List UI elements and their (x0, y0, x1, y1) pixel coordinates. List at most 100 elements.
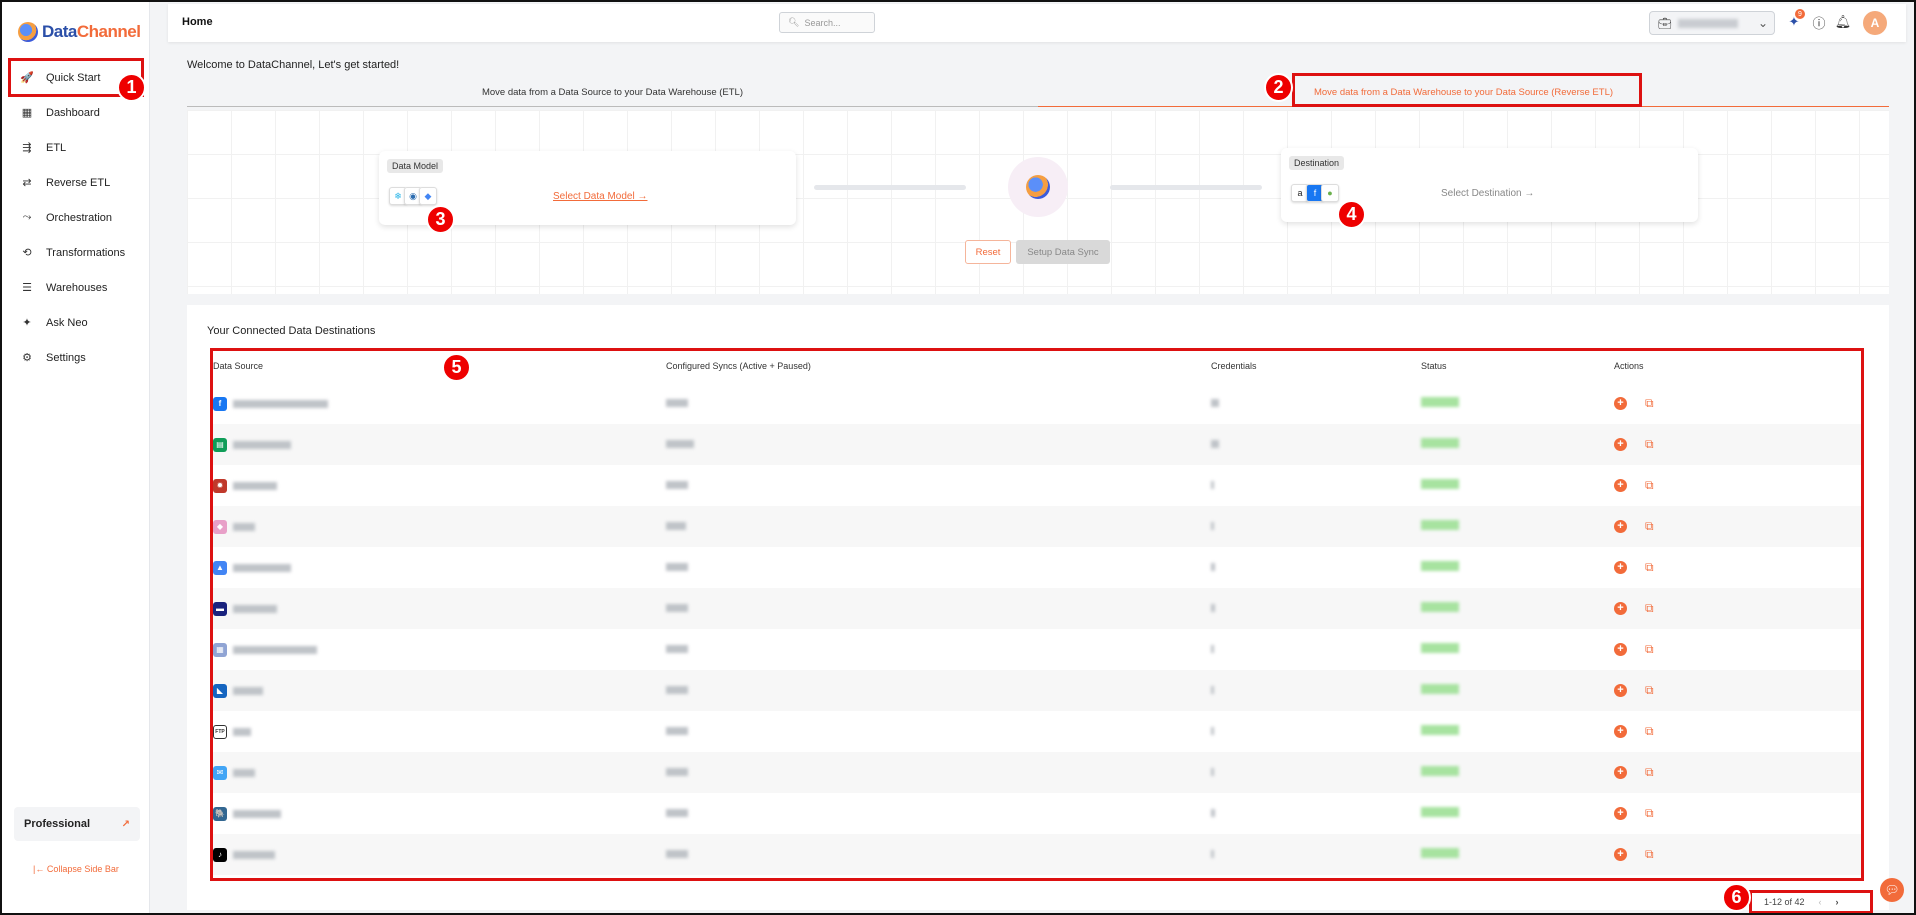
add-sync-icon[interactable]: + (1614, 602, 1627, 615)
source-name-redacted (233, 727, 251, 736)
credentials-redacted (1211, 398, 1219, 407)
notifications-button[interactable]: 🔔︎ (1834, 14, 1852, 30)
destination-chip: Destination (1289, 156, 1345, 170)
open-external-icon[interactable]: ⧉ (1645, 806, 1654, 821)
select-data-model-link[interactable]: Select Data Model → (553, 191, 648, 202)
open-external-icon[interactable]: ⧉ (1645, 765, 1654, 780)
chat-icon: 💬︎ (1884, 883, 1900, 897)
flow-icon: ⇶ (22, 142, 32, 154)
help-button[interactable]: ⓘ (1811, 14, 1827, 31)
app-logo[interactable]: DataChannel (18, 22, 141, 42)
sidebar-item-transformations[interactable]: ⟲ Transformations (2, 235, 150, 270)
add-sync-icon[interactable]: + (1614, 766, 1627, 779)
ai-sparkle-button[interactable]: ✦ 9 (1786, 9, 1805, 30)
setup-data-sync-button[interactable]: Setup Data Sync (1016, 240, 1110, 264)
add-sync-icon[interactable]: + (1614, 684, 1627, 697)
sidebar-item-warehouses[interactable]: ☰ Warehouses (2, 270, 150, 305)
external-link-icon[interactable]: ↗ (122, 819, 130, 830)
postgres-icon: 🐘 (213, 806, 227, 821)
source-name-redacted (233, 604, 277, 613)
chevron-right-icon[interactable]: › (1836, 897, 1839, 907)
add-sync-icon[interactable]: + (1614, 848, 1627, 861)
open-external-icon[interactable]: ⧉ (1645, 437, 1654, 452)
table-row: ◆ + ⧉ (211, 506, 1861, 547)
chevron-left-icon[interactable]: ‹ (1819, 897, 1822, 907)
source-name-redacted (233, 809, 281, 818)
help-icon: ⓘ (1812, 15, 1826, 31)
open-external-icon[interactable]: ⧉ (1645, 642, 1654, 657)
source-name-redacted (233, 440, 291, 449)
search-input[interactable]: 🔍︎ Search... (779, 12, 875, 33)
open-external-icon[interactable]: ⧉ (1645, 478, 1654, 493)
avatar[interactable]: A (1863, 11, 1887, 35)
add-sync-icon[interactable]: + (1614, 643, 1627, 656)
reset-button[interactable]: Reset (965, 240, 1011, 264)
table-row: f + ⧉ (211, 383, 1861, 424)
status-badge (1421, 397, 1459, 407)
add-sync-icon[interactable]: + (1614, 561, 1627, 574)
orchestration-icon: ⤳ (22, 211, 32, 223)
pagination: 1-12 of 42 ‹ › (1752, 890, 1872, 914)
add-sync-icon[interactable]: + (1614, 520, 1627, 533)
table-row: ♪ + ⧉ (211, 834, 1861, 875)
table-row: 🐘 + ⧉ (211, 793, 1861, 834)
sync-count-redacted (666, 603, 688, 612)
plan-card[interactable]: Professional ↗ (14, 807, 140, 841)
status-badge (1421, 848, 1459, 858)
add-sync-icon[interactable]: + (1614, 807, 1627, 820)
tab-etl[interactable]: Move data from a Data Source to your Dat… (187, 78, 1038, 107)
open-external-icon[interactable]: ⧉ (1645, 560, 1654, 575)
sidebar-item-settings[interactable]: ⚙ Settings (2, 340, 150, 375)
annotation-badge: 5 (442, 353, 471, 382)
add-sync-icon[interactable]: + (1614, 725, 1627, 738)
sync-count-redacted (666, 562, 688, 571)
credentials-redacted (1211, 767, 1214, 776)
briefcase-icon: 💼︎ (1658, 17, 1672, 30)
credentials-redacted (1211, 726, 1214, 735)
open-external-icon[interactable]: ⧉ (1645, 847, 1654, 862)
sync-count-redacted (666, 849, 688, 858)
sidebar-item-reverse-etl[interactable]: ⇄ Reverse ETL (2, 165, 150, 200)
status-badge (1421, 561, 1459, 571)
column-header: Data Source (213, 361, 264, 371)
workspace-select[interactable]: 💼︎ ⌄ (1649, 11, 1775, 35)
transform-icon: ⟲ (22, 247, 32, 259)
sync-count-redacted (666, 439, 694, 448)
bell-icon: 🔔︎ (1834, 14, 1852, 29)
datachannel-hub (1008, 157, 1068, 217)
sidebar-item-orchestration[interactable]: ⤳ Orchestration (2, 200, 150, 235)
sidebar-item-ask-neo[interactable]: ✦ Ask Neo (2, 305, 150, 340)
chat-widget-button[interactable]: 💬︎ (1880, 878, 1904, 902)
reverse-icon: ⇄ (22, 177, 32, 189)
add-sync-icon[interactable]: + (1614, 479, 1627, 492)
open-external-icon[interactable]: ⧉ (1645, 683, 1654, 698)
table-row: ◣ + ⧉ (211, 670, 1861, 711)
annotation-badge: 1 (117, 73, 146, 102)
open-external-icon[interactable]: ⧉ (1645, 396, 1654, 411)
grid-icon: ▦ (21, 107, 33, 119)
open-external-icon[interactable]: ⧉ (1645, 519, 1654, 534)
tab-reverse-etl[interactable]: Move data from a Data Warehouse to your … (1038, 78, 1889, 107)
status-badge (1421, 520, 1459, 530)
collapse-sidebar-button[interactable]: |← Collapse Side Bar (2, 864, 150, 874)
rocket-icon: 🚀 (20, 72, 34, 84)
sync-count-redacted (666, 685, 688, 694)
column-header: Credentials (1211, 361, 1257, 371)
add-sync-icon[interactable]: + (1614, 438, 1627, 451)
source-name-redacted (233, 522, 255, 531)
sync-count-redacted (666, 480, 688, 489)
open-external-icon[interactable]: ⧉ (1645, 601, 1654, 616)
gear-icon: ⚙ (22, 352, 32, 364)
status-badge (1421, 684, 1459, 694)
sync-count-redacted (666, 808, 688, 817)
open-external-icon[interactable]: ⧉ (1645, 724, 1654, 739)
credentials-redacted (1211, 685, 1214, 694)
panel-title: Your Connected Data Destinations (207, 325, 376, 337)
add-sync-icon[interactable]: + (1614, 397, 1627, 410)
workspace-name-redacted (1677, 18, 1738, 28)
sidebar-item-etl[interactable]: ⇶ ETL (2, 130, 150, 165)
destination-icons: a f ● (1291, 184, 1339, 202)
select-destination-link[interactable]: Select Destination → (1441, 188, 1534, 199)
app-icon: ◣ (213, 683, 227, 698)
sync-count-redacted (666, 767, 688, 776)
